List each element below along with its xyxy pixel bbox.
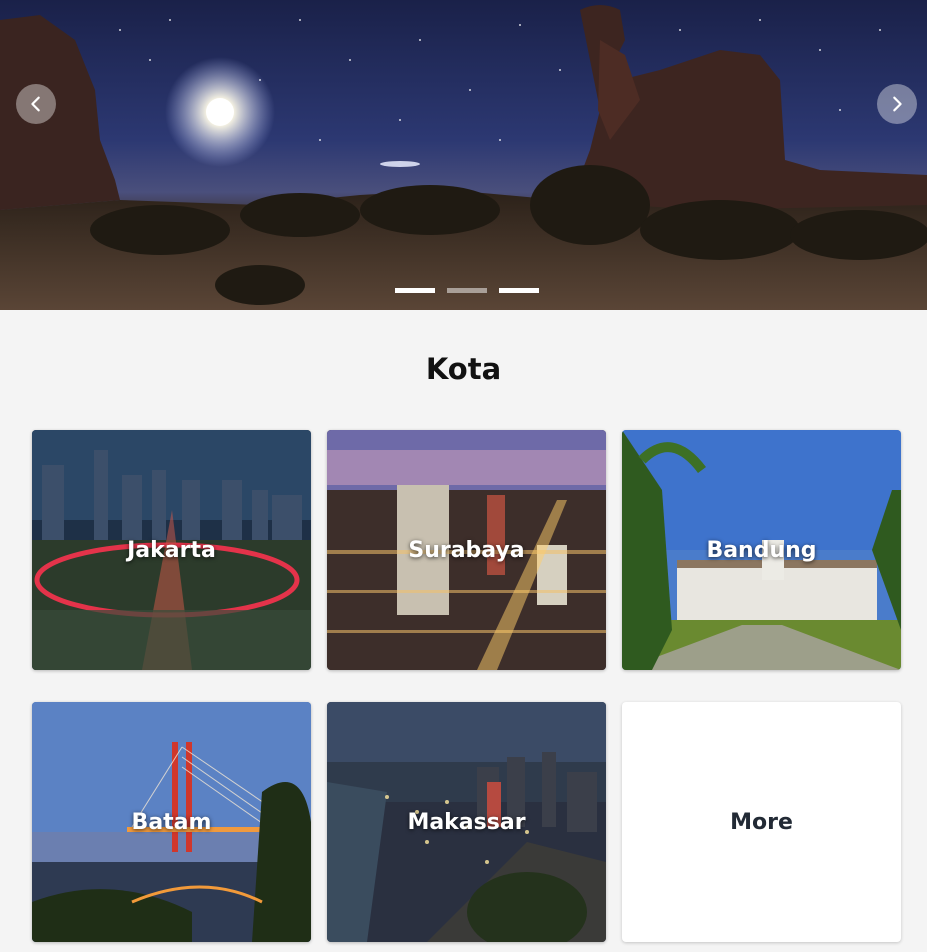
city-card-batam[interactable]: Batam [32,702,311,942]
city-card-surabaya[interactable]: Surabaya [327,430,606,670]
chevron-left-icon [31,96,40,112]
section-title: Kota [425,352,502,386]
city-label: Surabaya [408,537,525,563]
city-card-jakarta[interactable]: Jakarta [32,430,311,670]
hero-carousel [0,0,927,310]
more-label: More [730,809,793,835]
city-label: Bandung [706,537,817,563]
carousel-slide-image [0,5,927,310]
carousel-indicator-1[interactable] [395,288,435,293]
city-card-bandung[interactable]: Bandung [622,430,901,670]
city-card-makassar[interactable]: Makassar [327,702,606,942]
carousel-next-button[interactable] [877,84,917,124]
carousel-indicator-3[interactable] [499,288,539,293]
city-label: Makassar [407,809,526,835]
carousel-prev-button[interactable] [16,84,56,124]
carousel-indicators [395,288,539,293]
city-label: Batam [131,809,212,835]
more-card[interactable]: More [622,702,901,942]
chevron-right-icon [893,96,902,112]
city-label: Jakarta [127,537,216,563]
carousel-indicator-2[interactable] [447,288,487,293]
